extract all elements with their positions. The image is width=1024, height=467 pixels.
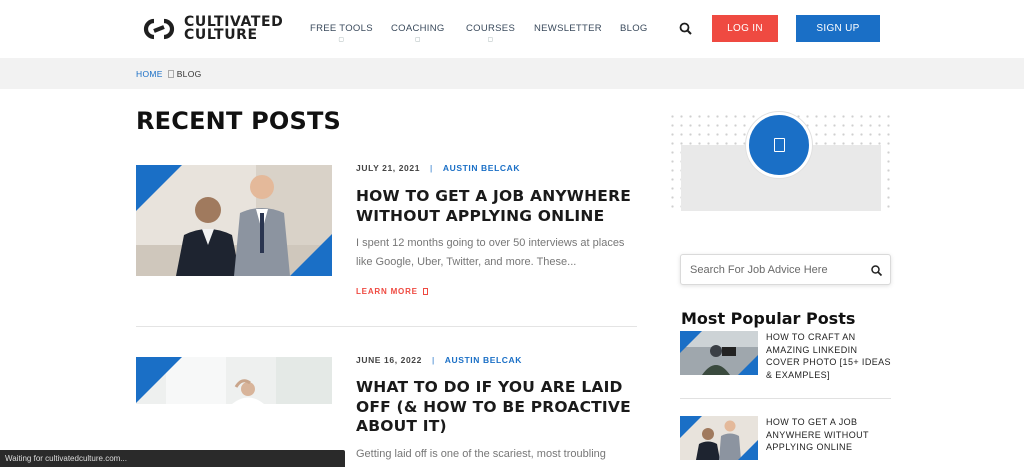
corner-accent-shape <box>738 355 758 375</box>
arrow-right-icon <box>422 288 428 295</box>
cultivated-culture-logo-icon <box>143 18 175 40</box>
post-divider <box>136 326 637 327</box>
corner-accent-shape <box>136 165 182 211</box>
post-thumbnail[interactable] <box>136 165 332 276</box>
nav-item-free-tools[interactable]: FREE TOOLS ▢ <box>310 23 373 43</box>
post-meta: JUNE 16, 2022 | AUSTIN BELCAK <box>356 355 522 365</box>
nav-item-newsletter[interactable]: NEWSLETTER <box>534 23 602 34</box>
post-title-link[interactable]: HOW TO GET A JOB ANYWHERE WITHOUT APPLYI… <box>356 187 646 226</box>
search-icon <box>679 22 692 35</box>
nav-label: FREE TOOLS <box>310 23 373 34</box>
popular-post-thumbnail <box>680 416 758 460</box>
chevron-down-icon: ▢ <box>414 37 421 43</box>
header-search-button[interactable] <box>677 20 695 38</box>
corner-accent-shape <box>680 416 702 438</box>
nav-label: NEWSLETTER <box>534 23 602 34</box>
browser-status-bar: Waiting for cultivatedculture.com... <box>0 450 345 467</box>
signup-label: SIGN UP <box>816 23 860 34</box>
post-title-link[interactable]: WHAT TO DO IF YOU ARE LAID OFF (& HOW TO… <box>356 378 646 437</box>
sidebar-search-box <box>680 254 891 285</box>
nav-item-courses[interactable]: COURSES ▢ <box>466 23 515 43</box>
popular-divider <box>680 398 891 399</box>
popular-post-thumbnail <box>680 331 758 375</box>
meta-separator: | <box>431 355 435 365</box>
breadcrumb-current: BLOG <box>176 69 202 79</box>
breadcrumb-bar: HOME BLOG <box>0 58 1024 89</box>
most-popular-heading: Most Popular Posts <box>681 309 856 328</box>
post-author-link[interactable]: AUSTIN BELCAK <box>443 163 520 173</box>
nav-item-coaching[interactable]: COACHING ▢ <box>391 23 445 43</box>
chevron-right-icon <box>167 70 174 78</box>
post-author-link[interactable]: AUSTIN BELCAK <box>445 355 522 365</box>
post-excerpt: Getting laid off is one of the scariest,… <box>356 448 606 460</box>
learn-more-label: LEARN MORE <box>356 287 418 296</box>
site-logo[interactable]: CULTIVATED CULTURE <box>141 15 283 43</box>
corner-accent-shape <box>680 331 702 353</box>
nav-label: COACHING <box>391 23 445 34</box>
corner-accent-shape <box>738 440 758 460</box>
breadcrumb-home-link[interactable]: HOME <box>136 69 163 79</box>
popular-post-item[interactable]: HOW TO GET A JOB ANYWHERE WITHOUT APPLYI… <box>680 416 891 462</box>
corner-accent-shape <box>136 357 182 403</box>
learn-more-link[interactable]: LEARN MORE <box>356 287 428 296</box>
post-excerpt: I spent 12 months going to over 50 inter… <box>356 237 625 268</box>
sidebar-search-input[interactable] <box>690 261 860 279</box>
logo-wordmark: CULTIVATED CULTURE <box>184 15 283 43</box>
chevron-down-icon: ▢ <box>338 37 345 43</box>
login-button[interactable]: LOG IN <box>712 15 778 42</box>
nav-item-blog[interactable]: BLOG <box>620 23 648 34</box>
post-date: JULY 21, 2021 <box>356 163 421 173</box>
popular-post-title: HOW TO CRAFT AN AMAZING LINKEDIN COVER P… <box>766 332 891 380</box>
logo-line-2: CULTURE <box>184 27 258 43</box>
breadcrumb: HOME BLOG <box>136 69 202 79</box>
signup-button[interactable]: SIGN UP <box>796 15 880 42</box>
post-meta: JULY 21, 2021 | AUSTIN BELCAK <box>356 163 520 173</box>
site-header: CULTIVATED CULTURE FREE TOOLS ▢ COACHING… <box>0 0 1024 58</box>
page-title: RECENT POSTS <box>136 107 342 135</box>
document-icon <box>773 138 785 152</box>
search-icon[interactable] <box>870 264 883 277</box>
popular-post-item[interactable]: HOW TO CRAFT AN AMAZING LINKEDIN COVER P… <box>680 331 891 380</box>
login-label: LOG IN <box>727 23 763 34</box>
chevron-down-icon: ▢ <box>487 37 494 43</box>
nav-label: COURSES <box>466 23 516 34</box>
post-thumbnail[interactable] <box>136 357 332 404</box>
promo-badge[interactable] <box>746 112 812 178</box>
meta-separator: | <box>430 163 433 173</box>
corner-accent-shape <box>290 234 332 276</box>
post-date: JUNE 16, 2022 <box>356 355 422 365</box>
popular-post-title: HOW TO GET A JOB ANYWHERE WITHOUT APPLYI… <box>766 417 869 452</box>
nav-label: BLOG <box>620 23 648 34</box>
